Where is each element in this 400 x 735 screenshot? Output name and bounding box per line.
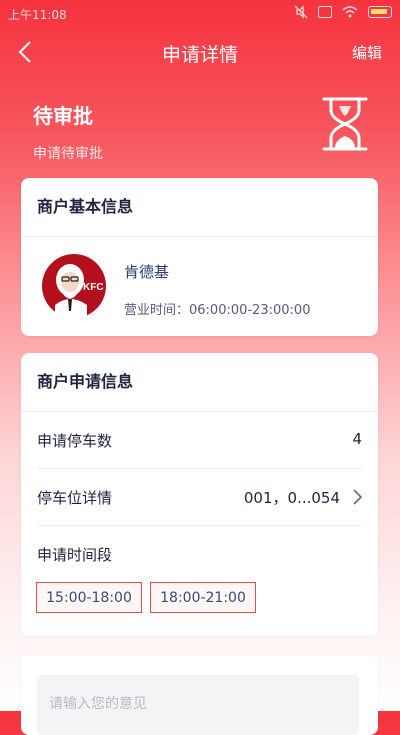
hourglass-icon <box>322 97 368 151</box>
merchant-card-title: 商户基本信息 <box>21 178 378 237</box>
sim-x-icon <box>318 6 332 18</box>
time-slot-chip: 18:00-21:00 <box>150 582 256 613</box>
status-time: 上午11:08 <box>8 8 67 22</box>
kfc-logo: KFC <box>42 254 106 319</box>
time-slot-chip: 15:00-18:00 <box>36 582 142 613</box>
status-title: 待审批 <box>33 104 93 128</box>
approval-status: 待审批 申请待审批 <box>33 100 103 163</box>
parking-detail-value: 001，0...054 <box>243 489 340 507</box>
parking-detail-row[interactable]: 停车位详情 001，0...054 <box>37 469 362 526</box>
mute-icon <box>294 5 308 19</box>
parking-detail-label: 停车位详情 <box>37 489 113 507</box>
parking-count-row: 申请停车数 4 <box>37 412 362 469</box>
page-title: 申请详情 <box>161 44 238 66</box>
battery-charging-icon <box>368 6 392 18</box>
merchant-name: 肯德基 <box>124 263 170 281</box>
time-slot-row: 申请时间段 <box>37 526 362 582</box>
chevron-right-icon <box>353 489 362 505</box>
time-slot-label: 申请时间段 <box>37 546 113 564</box>
application-card-title: 商户申请信息 <box>21 353 378 412</box>
parking-count-value: 4 <box>352 430 362 448</box>
edit-button[interactable]: 编辑 <box>352 42 382 63</box>
opinion-input[interactable] <box>37 675 359 735</box>
parking-count-label: 申请停车数 <box>37 432 113 450</box>
status-bar: 上午11:08 <box>0 0 400 26</box>
application-info-card: 商户申请信息 申请停车数 4 停车位详情 001，0...054 申请时间段 1… <box>21 353 378 636</box>
status-icons <box>294 5 392 19</box>
status-subtitle: 申请待审批 <box>33 146 103 162</box>
nav-bar: 申请详情 编辑 <box>0 30 400 76</box>
merchant-info-card: 商户基本信息 KFC 肯德基 营业时间：06:00:00-23:00:00 <box>21 178 378 336</box>
time-slot-list: 15:00-18:00 18:00-21:00 <box>36 582 256 613</box>
kfc-logo-text: KFC <box>83 282 104 293</box>
opinion-card <box>21 655 378 735</box>
merchant-row: KFC 肯德基 营业时间：06:00:00-23:00:00 <box>21 237 378 337</box>
merchant-hours: 营业时间：06:00:00-23:00:00 <box>124 303 311 318</box>
wifi-icon <box>342 6 358 18</box>
